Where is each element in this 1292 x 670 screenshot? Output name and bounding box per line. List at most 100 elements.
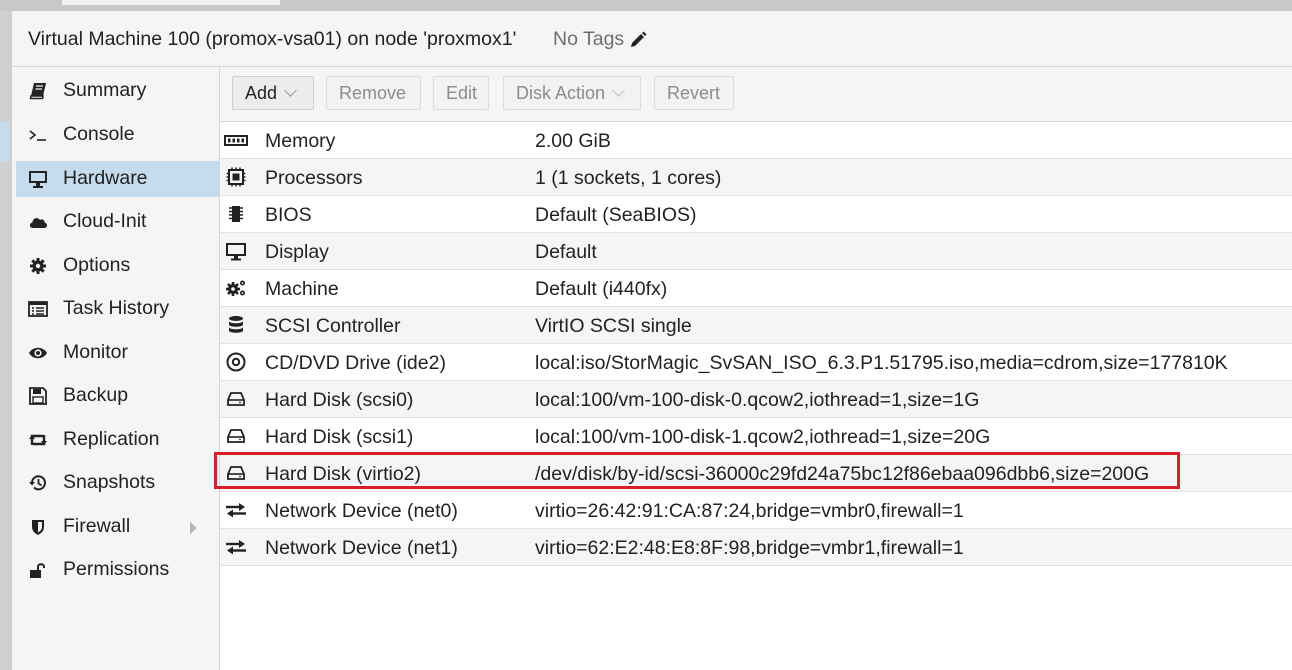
page-title: Virtual Machine 100 (promox-vsa01) on no… xyxy=(28,28,517,50)
hardware-name: Memory xyxy=(265,130,336,152)
cogs-icon xyxy=(224,278,248,298)
hardware-value: /dev/disk/by-id/scsi-36000c29fd24a75bc12… xyxy=(535,463,1150,485)
hardware-toolbar: Add Remove Edit Disk Action Revert xyxy=(220,67,1292,122)
hardware-name: CD/DVD Drive (ide2) xyxy=(265,352,446,374)
hardware-value: Default xyxy=(535,241,597,263)
gear-icon xyxy=(28,257,48,275)
cloud-icon xyxy=(28,213,48,231)
table-row[interactable]: Hard Disk (scsi0) local:100/vm-100-disk-… xyxy=(220,381,1292,418)
desktop-icon xyxy=(28,170,48,188)
cdrom-icon xyxy=(224,352,248,372)
sidebar-item-label: Task History xyxy=(63,297,170,319)
hdd-icon xyxy=(224,389,248,409)
vm-sidebar: Summary Console Hardware Cloud-Init Opti… xyxy=(12,67,220,670)
hardware-value: local:100/vm-100-disk-0.qcow2,iothread=1… xyxy=(535,389,980,411)
list-icon xyxy=(28,300,48,318)
edit-button-label: Edit xyxy=(446,83,478,103)
hardware-value: 1 (1 sockets, 1 cores) xyxy=(535,167,722,189)
hdd-icon xyxy=(224,426,248,446)
sidebar-item-snapshots[interactable]: Snapshots xyxy=(16,465,219,501)
hardware-value: VirtIO SCSI single xyxy=(535,315,692,337)
sidebar-item-monitor[interactable]: Monitor xyxy=(16,335,219,371)
sidebar-item-label: Replication xyxy=(63,428,160,450)
pencil-icon[interactable] xyxy=(629,31,647,49)
hardware-name: Network Device (net0) xyxy=(265,500,458,522)
hardware-value: virtio=26:42:91:CA:87:24,bridge=vmbr0,fi… xyxy=(535,500,964,522)
sidebar-item-label: Permissions xyxy=(63,558,170,580)
hardware-name: Display xyxy=(265,241,329,263)
table-row[interactable]: Hard Disk (scsi1) local:100/vm-100-disk-… xyxy=(220,418,1292,455)
sidebar-item-firewall[interactable]: Firewall xyxy=(16,509,219,545)
sidebar-item-cloud-init[interactable]: Cloud-Init xyxy=(16,204,219,240)
table-row[interactable]: Processors 1 (1 sockets, 1 cores) xyxy=(220,159,1292,196)
sidebar-item-label: Console xyxy=(63,123,135,145)
hardware-name: Network Device (net1) xyxy=(265,537,458,559)
shield-icon xyxy=(28,518,48,536)
table-row[interactable]: SCSI Controller VirtIO SCSI single xyxy=(220,307,1292,344)
submenu-arrow-icon[interactable] xyxy=(190,522,197,534)
add-button[interactable]: Add xyxy=(232,76,314,110)
exchange-icon xyxy=(224,500,248,520)
table-row[interactable]: Network Device (net0) virtio=26:42:91:CA… xyxy=(220,492,1292,529)
remove-button-label: Remove xyxy=(339,83,407,103)
outer-top-strip xyxy=(0,0,1292,11)
table-row[interactable]: Network Device (net1) virtio=62:E2:48:E8… xyxy=(220,529,1292,566)
sidebar-item-label: Backup xyxy=(63,384,129,406)
hardware-value: local:100/vm-100-disk-1.qcow2,iothread=1… xyxy=(535,426,991,448)
table-row[interactable]: BIOS Default (SeaBIOS) xyxy=(220,196,1292,233)
resource-tree-edge xyxy=(0,11,11,670)
hardware-name: Hard Disk (scsi1) xyxy=(265,426,414,448)
sidebar-item-label: Snapshots xyxy=(63,471,156,493)
desktop-icon xyxy=(224,241,248,261)
sidebar-item-label: Monitor xyxy=(63,341,129,363)
sidebar-item-permissions[interactable]: Permissions xyxy=(16,552,219,588)
sidebar-item-label: Options xyxy=(63,254,131,276)
hardware-value: 2.00 GiB xyxy=(535,130,611,152)
hardware-name: Hard Disk (scsi0) xyxy=(265,389,414,411)
sidebar-item-summary[interactable]: Summary xyxy=(16,73,219,109)
hardware-name: SCSI Controller xyxy=(265,315,401,337)
history-icon xyxy=(28,474,48,492)
sidebar-item-label: Summary xyxy=(63,79,147,101)
hardware-value: Default (i440fx) xyxy=(535,278,668,300)
table-row[interactable]: CD/DVD Drive (ide2) local:iso/StorMagic_… xyxy=(220,344,1292,381)
hardware-view: Add Remove Edit Disk Action Revert Memor… xyxy=(220,67,1292,670)
unlock-icon xyxy=(28,561,48,579)
edit-button[interactable]: Edit xyxy=(433,76,489,110)
hardware-name: BIOS xyxy=(265,204,312,226)
table-row[interactable]: Memory 2.00 GiB xyxy=(220,122,1292,159)
table-row[interactable]: Hard Disk (virtio2) /dev/disk/by-id/scsi… xyxy=(220,455,1292,492)
hardware-name: Machine xyxy=(265,278,339,300)
eye-icon xyxy=(28,344,48,362)
tags-label: No Tags xyxy=(553,28,625,50)
sidebar-item-task-history[interactable]: Task History xyxy=(16,291,219,327)
outer-tab-hint xyxy=(62,0,280,5)
chevron-down-icon xyxy=(284,84,297,97)
sidebar-item-hardware[interactable]: Hardware xyxy=(16,161,219,197)
disk-action-button[interactable]: Disk Action xyxy=(503,76,641,110)
sidebar-item-replication[interactable]: Replication xyxy=(16,422,219,458)
sidebar-item-console[interactable]: Console xyxy=(16,117,219,153)
hardware-value: virtio=62:E2:48:E8:8F:98,bridge=vmbr1,fi… xyxy=(535,537,964,559)
revert-button-label: Revert xyxy=(667,83,721,103)
sidebar-item-label: Cloud-Init xyxy=(63,210,147,232)
chevron-down-icon xyxy=(612,84,625,97)
sidebar-item-label: Firewall xyxy=(63,515,131,537)
microchip-icon xyxy=(224,204,248,224)
vm-panel: Virtual Machine 100 (promox-vsa01) on no… xyxy=(11,11,1292,670)
floppy-icon xyxy=(28,387,48,405)
sidebar-item-backup[interactable]: Backup xyxy=(16,378,219,414)
disk-action-button-label: Disk Action xyxy=(516,83,606,103)
retweet-icon xyxy=(28,431,48,449)
hardware-value: local:iso/StorMagic_SvSAN_ISO_6.3.P1.517… xyxy=(535,352,1228,374)
remove-button[interactable]: Remove xyxy=(326,76,421,110)
sidebar-item-label: Hardware xyxy=(63,167,148,189)
table-row[interactable]: Display Default xyxy=(220,233,1292,270)
revert-button[interactable]: Revert xyxy=(654,76,734,110)
panel-header: Virtual Machine 100 (promox-vsa01) on no… xyxy=(12,11,1292,67)
sidebar-item-options[interactable]: Options xyxy=(16,248,219,284)
hardware-value: Default (SeaBIOS) xyxy=(535,204,697,226)
resource-tree-selection xyxy=(0,122,9,162)
table-row[interactable]: Machine Default (i440fx) xyxy=(220,270,1292,307)
memory-icon xyxy=(224,130,248,150)
